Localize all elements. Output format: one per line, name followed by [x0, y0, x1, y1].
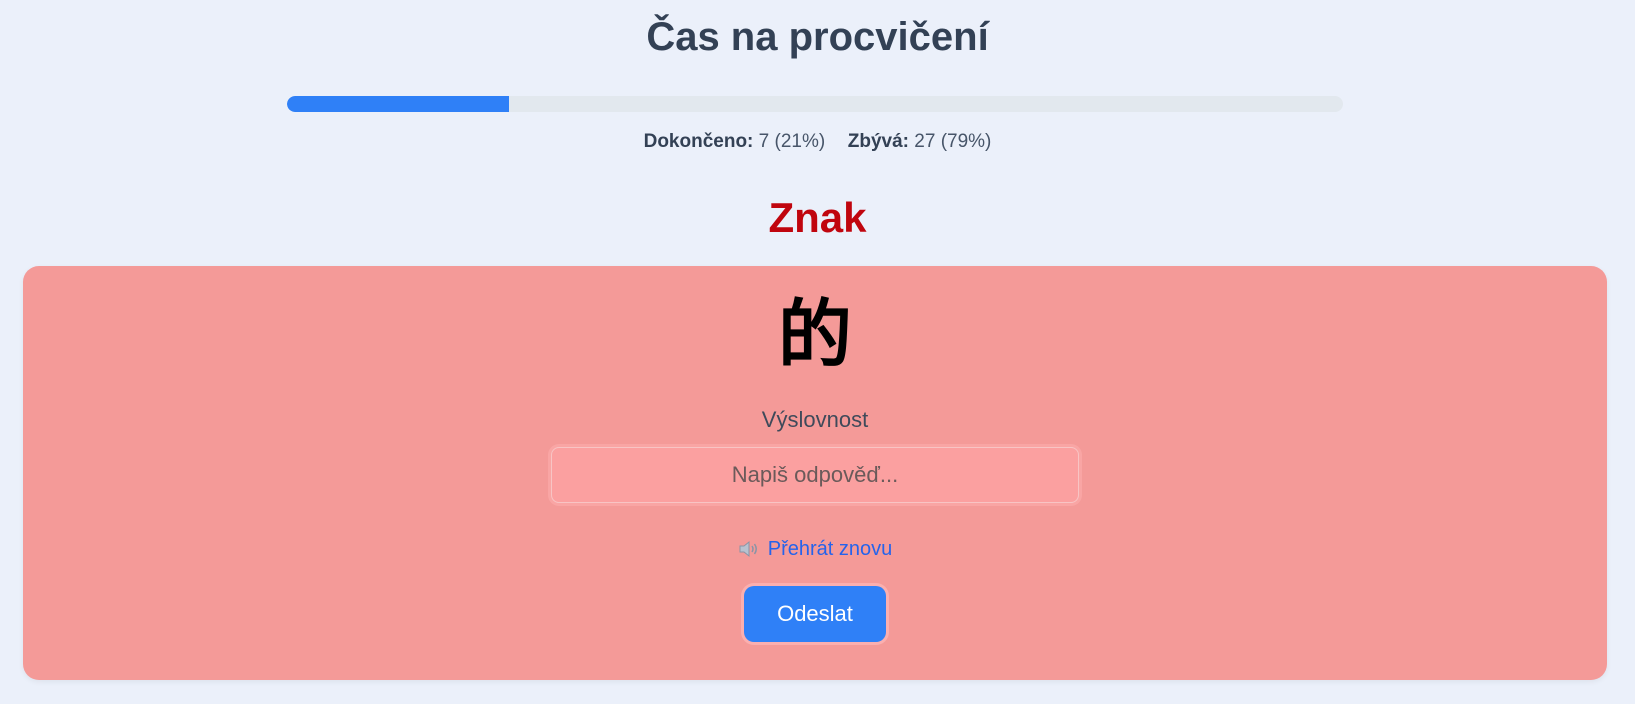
- remaining-value: 27 (79%): [914, 131, 992, 152]
- speaker-icon: [739, 540, 757, 558]
- section-heading: Znak: [768, 194, 867, 241]
- replay-label: Přehrát znovu: [767, 538, 893, 560]
- replay-row: Přehrát znovu: [23, 536, 1607, 565]
- replay-audio-link[interactable]: Přehrát znovu: [738, 536, 893, 562]
- progress-bar: [287, 96, 1343, 112]
- quiz-card: 的 Výslovnost Přehrát znovu Odeslat: [23, 266, 1607, 680]
- remaining-label: Zbývá:: [847, 131, 909, 152]
- pronunciation-label: Výslovnost: [761, 407, 869, 432]
- completed-label: Dokončeno:: [643, 131, 754, 152]
- progress-bar-fill: [287, 96, 509, 112]
- answer-input[interactable]: [551, 447, 1079, 503]
- character-display: 的: [778, 293, 852, 376]
- submit-button[interactable]: Odeslat: [744, 586, 886, 642]
- page-title: Čas na procvičení: [646, 15, 989, 59]
- progress-stats: Dokončeno: 7 (21%) Zbývá: 27 (79%): [0, 130, 1635, 154]
- completed-value: 7 (21%): [758, 131, 826, 152]
